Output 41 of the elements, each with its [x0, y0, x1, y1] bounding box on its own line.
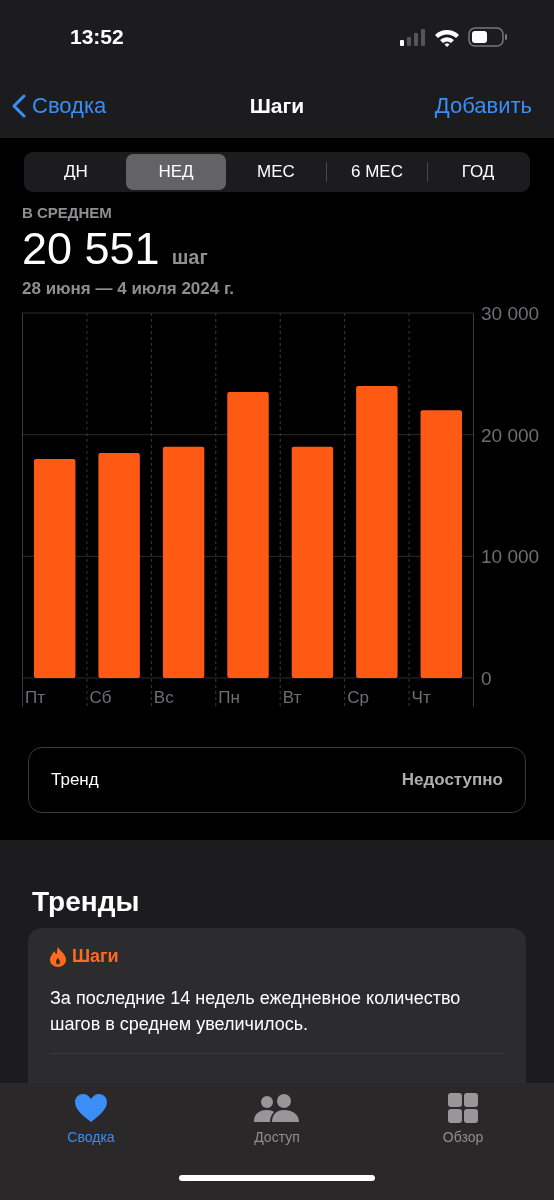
unit-label: шаг: [171, 246, 208, 269]
page-title: Шаги: [249, 94, 305, 117]
tab-bar-item[interactable]: Сводка: [36, 1093, 146, 1145]
card-heading: Шаги: [72, 946, 119, 967]
signal-icon: [400, 28, 426, 46]
grid-icon: [448, 1093, 478, 1123]
wifi-icon: [434, 27, 460, 47]
chevron-left-icon: [12, 94, 26, 118]
status-time: 13:52: [70, 25, 124, 49]
tab-bar-item[interactable]: Доступ: [222, 1093, 332, 1145]
axis-label: 30 000: [481, 303, 540, 324]
battery-icon: [468, 27, 508, 47]
trend-value: Недоступно: [401, 770, 503, 790]
section-title: Тренды: [32, 886, 141, 918]
date-range: 28 июня — 4 июля 2024 г.: [22, 279, 236, 299]
axis-label: Сб: [89, 688, 112, 707]
trend-card[interactable]: Шаги За последние 14 недель ежедневное количество шагов в среднем увеличилось.: [28, 928, 526, 1083]
average-label: В СРЕДНЕМ: [22, 204, 113, 221]
axis-label: Вт: [282, 688, 302, 707]
tab-bar-item[interactable]: Обзор: [408, 1093, 518, 1145]
people-icon: [254, 1093, 300, 1123]
trend-label: Тренд: [51, 770, 99, 790]
axis-label: 20 000: [481, 424, 540, 446]
axis-label: Пт: [25, 688, 45, 707]
segment-tab[interactable]: 6 МЕС: [327, 154, 427, 190]
back-button[interactable]: Сводка: [12, 93, 107, 119]
segment-tab[interactable]: ДН: [26, 154, 126, 190]
axis-label: Чт: [411, 688, 431, 707]
flame-icon: [50, 946, 66, 967]
card-text: За последние 14 недель ежедневное количество шагов в среднем увеличилось.: [50, 987, 462, 1036]
segment-tab[interactable]: МЕС: [226, 154, 326, 190]
segment-tab[interactable]: НЕД: [126, 154, 226, 190]
segment-tab[interactable]: ГОД: [428, 154, 528, 190]
axis-label: Вс: [153, 688, 174, 707]
axis-label: Пн: [218, 688, 240, 707]
axis-label: 10 000: [481, 546, 540, 568]
average-value: 20 551: [22, 223, 160, 275]
axis-label: 0: [481, 668, 492, 689]
add-button[interactable]: Добавить: [434, 93, 532, 119]
heart-icon: [74, 1093, 108, 1123]
axis-label: Ср: [347, 688, 369, 707]
